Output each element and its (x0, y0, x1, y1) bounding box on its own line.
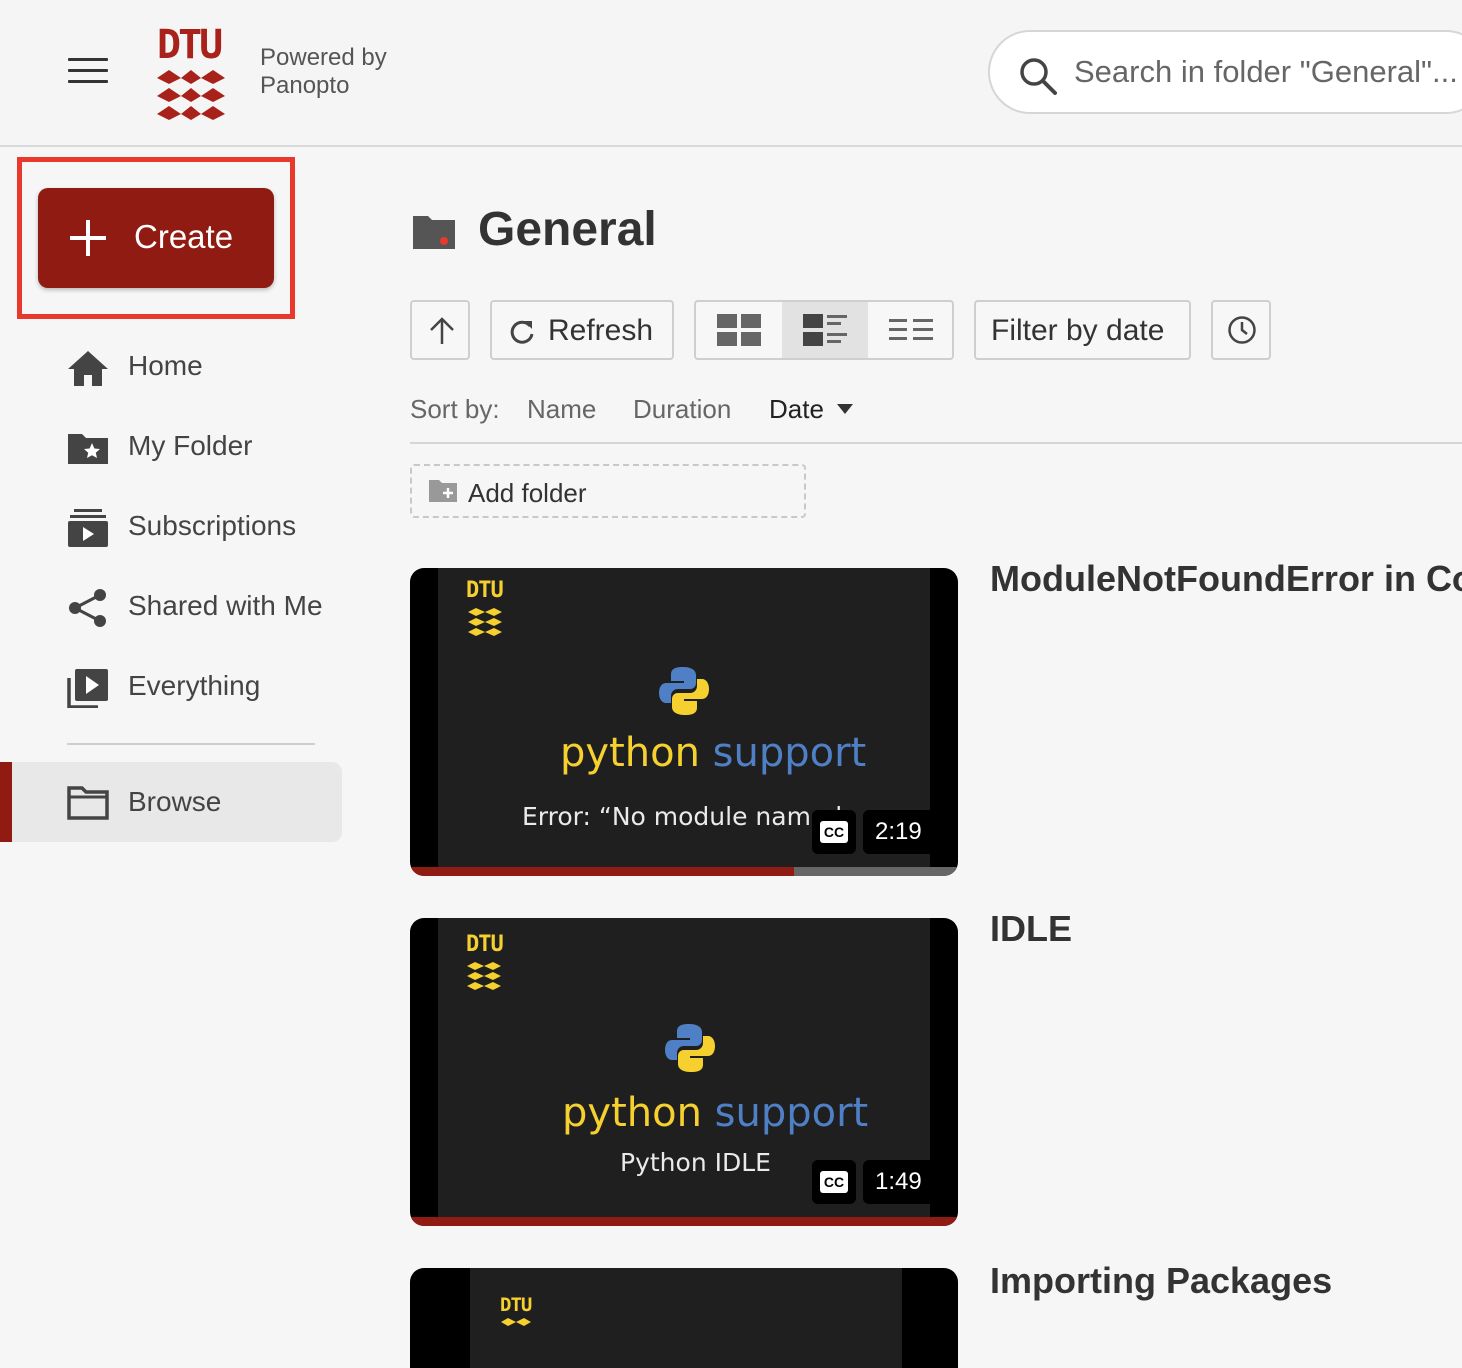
thumbnail-logo: DTU (466, 578, 504, 603)
clock-icon (1228, 316, 1256, 344)
refresh-button[interactable]: Refresh (490, 300, 674, 360)
python-logo-icon (665, 1024, 715, 1072)
sort-divider (410, 442, 1462, 444)
video-title[interactable]: Importing Packages (990, 1260, 1332, 1302)
grid-view-icon (717, 314, 761, 346)
home-icon (68, 351, 108, 386)
thumbnail-frame: DTU python support Python IDLE (438, 918, 930, 1226)
sort-by-name[interactable]: Name (527, 394, 596, 425)
menu-icon[interactable] (68, 58, 108, 86)
thumbnail-headline: python support (560, 730, 866, 776)
view-tiles-button[interactable] (696, 302, 782, 358)
star-folder-icon (68, 434, 108, 464)
thumbnail-frame: DTU (470, 1268, 902, 1368)
video-library-icon (67, 669, 108, 708)
subscriptions-icon (68, 509, 108, 547)
arrow-up-icon (430, 317, 454, 344)
sidebar-item-home[interactable]: Home (0, 328, 342, 408)
video-title[interactable]: ModuleNotFoundError in Co (990, 558, 1462, 600)
video-thumbnail[interactable]: DTU python support Error: “No module nam… (410, 568, 958, 876)
captions-badge: CC (812, 1160, 856, 1204)
history-button[interactable] (1211, 300, 1271, 360)
search-icon (1020, 58, 1057, 95)
filter-by-date-button[interactable]: Filter by date (974, 300, 1191, 360)
python-logo-icon (659, 667, 709, 715)
active-indicator (0, 762, 12, 842)
sidebar-item-browse[interactable]: Browse (0, 762, 342, 842)
sidebar-item-my-folder[interactable]: My Folder (0, 408, 342, 488)
thumbnail-subtitle: Error: “No module named (522, 802, 843, 831)
plus-icon (70, 220, 106, 256)
sort-label: Sort by: (410, 394, 500, 424)
thumbnail-word-support: support (712, 730, 867, 776)
sidebar-divider (67, 743, 315, 745)
duration-badge: 2:19 (863, 810, 934, 854)
view-mode-toggle (694, 300, 954, 360)
add-folder-icon (429, 480, 457, 502)
thumbnail-logo: DTU (500, 1294, 532, 1316)
video-thumbnail[interactable]: DTU (410, 1268, 958, 1368)
sidebar-item-label: Shared with Me (128, 590, 323, 621)
powered-line-1: Powered by (260, 44, 387, 71)
sidebar-item-everything[interactable]: Everything (0, 648, 342, 728)
dtu-waves-icon (468, 608, 502, 636)
search-input[interactable]: Search in folder "General"... (988, 30, 1462, 114)
sort-by-duration[interactable]: Duration (633, 394, 731, 425)
progress-watched (410, 867, 794, 876)
thumbnail-headline: python support (562, 1090, 868, 1136)
sidebar-item-label: Browse (128, 786, 222, 817)
sidebar-item-label: Everything (128, 670, 261, 701)
thumbnail-logo: DTU (466, 932, 504, 957)
sort-by-date[interactable]: Date (769, 394, 824, 425)
create-label: Create (134, 218, 234, 255)
powered-line-2: Panopto (260, 72, 350, 99)
powered-by-text: Powered by Panopto (260, 44, 387, 100)
sidebar-item-subscriptions[interactable]: Subscriptions (0, 488, 342, 568)
video-title[interactable]: IDLE (990, 908, 1072, 950)
refresh-label: Refresh (548, 314, 654, 347)
thumbnail-word-python: python (560, 730, 700, 776)
thumbnail-word-support: support (714, 1090, 869, 1136)
list-view-icon (889, 319, 933, 340)
thumbnail-frame: DTU python support Error: “No module nam… (438, 568, 930, 876)
folder-icon (67, 786, 109, 820)
progress-watched (410, 1217, 958, 1226)
create-button[interactable]: Create (38, 188, 274, 288)
thumbnail-word-python: python (562, 1090, 702, 1136)
add-folder-label: Add folder (468, 478, 587, 508)
refresh-icon (510, 320, 534, 344)
video-thumbnail[interactable]: DTU python support Python IDLE CC 1:49 (410, 918, 958, 1226)
cc-label: CC (820, 821, 848, 843)
sidebar-item-label: My Folder (128, 430, 253, 461)
up-folder-button[interactable] (410, 300, 470, 360)
sort-desc-icon (837, 404, 853, 414)
sidebar-item-label: Subscriptions (128, 510, 297, 541)
sidebar-item-label: Home (128, 350, 203, 381)
detail-view-icon (803, 314, 847, 346)
folder-icon (413, 216, 455, 249)
thumbnail-subtitle: Python IDLE (620, 1148, 771, 1177)
share-icon (69, 589, 106, 627)
add-folder-button[interactable]: Add folder (410, 464, 806, 518)
top-header: DTU Powered by Panopto Search in folder … (0, 0, 1462, 147)
page-title: General (478, 203, 657, 256)
search-placeholder: Search in folder "General"... (1074, 54, 1458, 89)
view-detail-button[interactable] (782, 302, 868, 358)
dtu-waves-icon (501, 1318, 531, 1326)
cc-label: CC (820, 1171, 848, 1193)
dtu-waves-icon (467, 962, 501, 990)
captions-badge: CC (812, 810, 856, 854)
view-list-button[interactable] (868, 302, 954, 358)
duration-badge: 1:49 (863, 1160, 934, 1204)
sidebar-item-shared-with-me[interactable]: Shared with Me (0, 568, 342, 648)
svg-text:DTU: DTU (157, 22, 221, 68)
dtu-logo: DTU (157, 22, 225, 120)
filter-label: Filter by date (991, 314, 1165, 347)
